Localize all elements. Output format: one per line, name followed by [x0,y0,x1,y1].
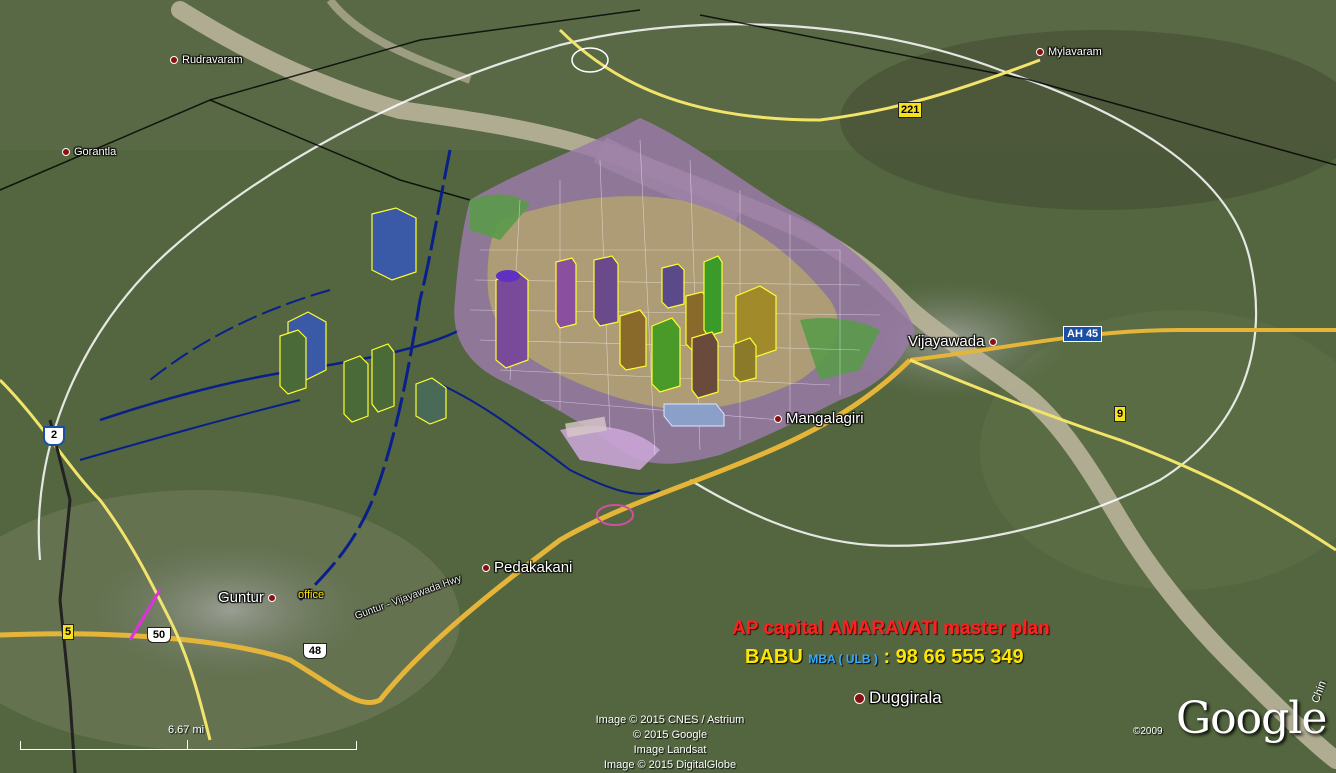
place-duggirala[interactable]: Duggirala [854,688,942,708]
place-dot [854,693,865,705]
guntur-urban [90,540,370,680]
place-dot [62,148,70,157]
route48-shield-icon: 48 [303,643,327,659]
promo-phone: : 98 66 555 349 [883,646,1024,668]
promo-name: BABU [745,646,803,668]
tower [593,255,619,327]
promo-qualification: MBA ( ULB ) [808,652,878,666]
promo-contact: BABU MBA ( ULB ) : 98 66 555 349 [745,646,1024,669]
tower-top [496,270,520,282]
place-mylavaram[interactable]: Mylavaram [1036,46,1102,58]
nh221-shield-icon: 221 [898,102,923,118]
ah45-shield-icon: AH 45 [1063,326,1103,342]
route50-shield-icon: 50 [147,627,171,643]
place-dot [482,564,490,573]
map-view[interactable]: Rudravaram Gorantla Mylavaram Vijayawada… [0,0,1336,773]
nh5-shield-icon: 5 [62,624,75,640]
scale-bar-tick [187,740,188,750]
place-gorantla[interactable]: Gorantla [62,146,116,158]
tower [495,271,529,369]
tower [343,355,369,423]
tower [661,263,685,309]
copyright-year: ©2009 [1133,726,1163,737]
nh9-shield-icon: 9 [1114,406,1127,422]
tower [555,257,577,329]
tower [371,343,395,413]
tower [733,337,757,383]
office-marker[interactable]: office [298,589,324,601]
place-pedakakani[interactable]: Pedakakani [482,559,572,576]
scale-bar: 6.67 mi [20,724,357,750]
place-dot [1036,48,1044,57]
tower [619,309,647,371]
scale-bar-line [20,741,357,750]
tower [415,377,447,425]
place-dot [170,56,178,65]
tower [691,331,719,399]
promo-title: AP capital AMARAVATI master plan [732,618,1050,639]
credit-line: Image © 2015 DigitalGlobe [603,759,737,771]
route2-shield-icon: 2 [43,426,65,446]
scale-label: 6.67 mi [168,724,205,736]
tower [651,317,681,393]
google-logo: Google [1176,693,1327,744]
credit-line: © 2015 Google [632,729,708,741]
place-rudravaram[interactable]: Rudravaram [170,54,243,66]
satellite-map[interactable] [0,0,1336,773]
tower [703,255,723,337]
tower [279,329,307,395]
place-dot [268,594,277,603]
tower [371,207,417,281]
place-dot [988,338,997,347]
imagery-credits: Image © 2015 CNES / Astrium © 2015 Googl… [560,713,780,773]
place-dot [774,415,782,424]
place-mangalagiri[interactable]: Mangalagiri [774,410,864,427]
building-slab [663,403,725,427]
credit-line: Image © 2015 CNES / Astrium [595,714,745,726]
place-guntur[interactable]: Guntur [218,589,280,606]
place-vijayawada[interactable]: Vijayawada [908,333,1001,350]
credit-line: Image Landsat [633,744,707,756]
